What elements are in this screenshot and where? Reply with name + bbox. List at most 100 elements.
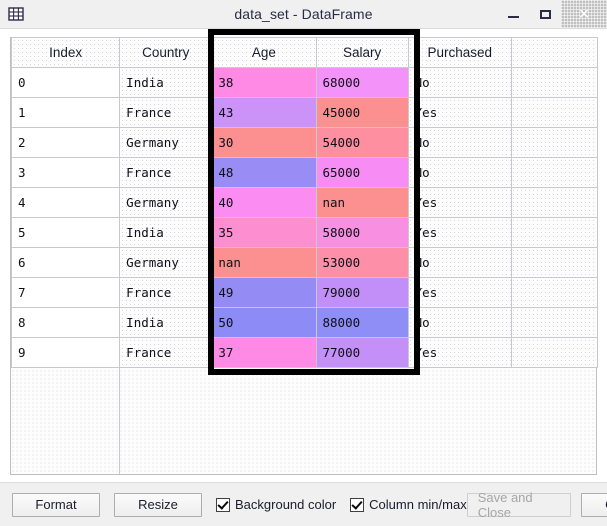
table-body: 0 India 38 68000 No 1 France 43 45000 Yes 2 Germany… xyxy=(10,67,599,368)
cell-salary[interactable]: nan xyxy=(315,187,409,218)
cell-country[interactable]: France xyxy=(119,97,213,128)
column-minmax-checkbox[interactable]: Column min/max xyxy=(350,497,467,512)
cell-age[interactable]: 43 xyxy=(211,97,317,128)
table-row[interactable]: 5 India 35 58000 Yes xyxy=(10,217,599,248)
cell-country[interactable]: India xyxy=(119,67,213,98)
cell-country[interactable]: India xyxy=(119,307,213,338)
cell-age[interactable]: 50 xyxy=(211,307,317,338)
cell-salary[interactable]: 53000 xyxy=(315,247,409,278)
table-row[interactable]: 9 France 37 77000 Yes xyxy=(10,337,599,368)
table-row[interactable]: 1 France 43 45000 Yes xyxy=(10,97,599,128)
cell-salary[interactable]: 68000 xyxy=(315,67,409,98)
close-button[interactable]: Close xyxy=(580,492,607,517)
cell-index[interactable]: 9 xyxy=(10,337,121,368)
cell-age[interactable]: 35 xyxy=(211,217,317,248)
cell-purchased[interactable]: No xyxy=(407,157,512,188)
cell-extra[interactable] xyxy=(510,67,599,98)
cell-extra[interactable] xyxy=(510,97,599,128)
cell-purchased[interactable]: Yes xyxy=(407,337,512,368)
cell-salary[interactable]: 88000 xyxy=(315,307,409,338)
cell-age[interactable]: 40 xyxy=(211,187,317,218)
close-window-button[interactable]: ✕ xyxy=(561,0,607,28)
cell-age[interactable]: 49 xyxy=(211,277,317,308)
table-row[interactable]: 0 India 38 68000 No xyxy=(10,67,599,98)
cell-salary[interactable]: 54000 xyxy=(315,127,409,158)
cell-age[interactable]: nan xyxy=(211,247,317,278)
cell-purchased[interactable]: No xyxy=(407,247,512,278)
cell-purchased[interactable]: No xyxy=(407,67,512,98)
dataframe-body: Index Country Age Salary Purchased 0 Indi… xyxy=(0,29,607,482)
cell-purchased[interactable]: No xyxy=(407,307,512,338)
cell-country[interactable]: India xyxy=(119,217,213,248)
cell-index[interactable]: 1 xyxy=(10,97,121,128)
cell-purchased[interactable]: Yes xyxy=(407,97,512,128)
column-header-purchased[interactable]: Purchased xyxy=(407,37,512,68)
cell-extra[interactable] xyxy=(510,187,599,218)
cell-index[interactable]: 7 xyxy=(10,277,121,308)
cell-age[interactable]: 37 xyxy=(211,337,317,368)
cell-salary[interactable]: 45000 xyxy=(315,97,409,128)
cell-country[interactable]: France xyxy=(119,277,213,308)
cell-index[interactable]: 4 xyxy=(10,187,121,218)
cell-extra[interactable] xyxy=(510,157,599,188)
cell-purchased[interactable]: Yes xyxy=(407,217,512,248)
cell-extra[interactable] xyxy=(510,307,599,338)
dataframe-grid[interactable]: Index Country Age Salary Purchased 0 Indi… xyxy=(10,29,599,475)
cell-extra[interactable] xyxy=(510,127,599,158)
background-color-checkbox[interactable]: Background color xyxy=(216,497,336,512)
resize-button[interactable]: Resize xyxy=(114,492,202,517)
column-header-country[interactable]: Country xyxy=(119,37,213,68)
titlebar: data_set - DataFrame ✕ xyxy=(0,0,607,29)
table-row[interactable]: 8 India 50 88000 No xyxy=(10,307,599,338)
cell-country[interactable]: Germany xyxy=(119,187,213,218)
footer-toolbar: Format Resize Background color Column mi… xyxy=(0,482,607,526)
cell-country[interactable]: France xyxy=(119,157,213,188)
column-header-age[interactable]: Age xyxy=(211,37,317,68)
cell-index[interactable]: 0 xyxy=(10,67,121,98)
cell-index[interactable]: 8 xyxy=(10,307,121,338)
table-row[interactable]: 6 Germany nan 53000 No xyxy=(10,247,599,278)
cell-country[interactable]: Germany xyxy=(119,127,213,158)
table-grid-icon xyxy=(8,7,24,21)
cell-salary[interactable]: 77000 xyxy=(315,337,409,368)
save-and-close-button[interactable]: Save and Close xyxy=(466,490,571,520)
cell-age[interactable]: 48 xyxy=(211,157,317,188)
column-header-extra[interactable] xyxy=(510,37,599,68)
cell-index[interactable]: 6 xyxy=(10,247,121,278)
background-color-label: Background color xyxy=(235,497,337,512)
column-header-salary[interactable]: Salary xyxy=(315,37,409,68)
cell-extra[interactable] xyxy=(510,277,599,308)
dataframe-table[interactable]: Index Country Age Salary Purchased 0 Indi… xyxy=(10,37,599,368)
format-button[interactable]: Format xyxy=(12,492,100,517)
maximize-icon xyxy=(539,9,551,19)
cell-age[interactable]: 30 xyxy=(211,127,317,158)
cell-extra[interactable] xyxy=(510,217,599,248)
cell-salary[interactable]: 79000 xyxy=(315,277,409,308)
close-icon: ✕ xyxy=(577,5,591,23)
cell-purchased[interactable]: Yes xyxy=(407,277,512,308)
cell-age[interactable]: 38 xyxy=(211,67,317,98)
cell-index[interactable]: 5 xyxy=(10,217,121,248)
cell-country[interactable]: Germany xyxy=(119,247,213,278)
minimize-icon xyxy=(507,15,519,18)
table-row[interactable]: 2 Germany 30 54000 No xyxy=(10,127,599,158)
cell-extra[interactable] xyxy=(510,247,599,278)
table-row[interactable]: 7 France 49 79000 Yes xyxy=(10,277,599,308)
cell-purchased[interactable]: No xyxy=(407,127,512,158)
cell-purchased[interactable]: Yes xyxy=(407,187,512,218)
column-header-index[interactable]: Index xyxy=(10,37,121,68)
cell-index[interactable]: 3 xyxy=(10,157,121,188)
checkbox-check-icon[interactable] xyxy=(216,497,230,512)
dataframe-viewer-window: data_set - DataFrame ✕ Index Country Age… xyxy=(0,0,607,526)
checkbox-check-icon[interactable] xyxy=(350,497,365,512)
minimize-button[interactable] xyxy=(497,0,529,28)
table-row[interactable]: 4 Germany 40 nan Yes xyxy=(10,187,599,218)
cell-extra[interactable] xyxy=(510,337,599,368)
window-controls: ✕ xyxy=(497,0,607,28)
cell-country[interactable]: France xyxy=(119,337,213,368)
table-row[interactable]: 3 France 48 65000 No xyxy=(10,157,599,188)
cell-salary[interactable]: 58000 xyxy=(315,217,409,248)
cell-salary[interactable]: 65000 xyxy=(315,157,409,188)
cell-index[interactable]: 2 xyxy=(10,127,121,158)
maximize-button[interactable] xyxy=(529,0,561,28)
